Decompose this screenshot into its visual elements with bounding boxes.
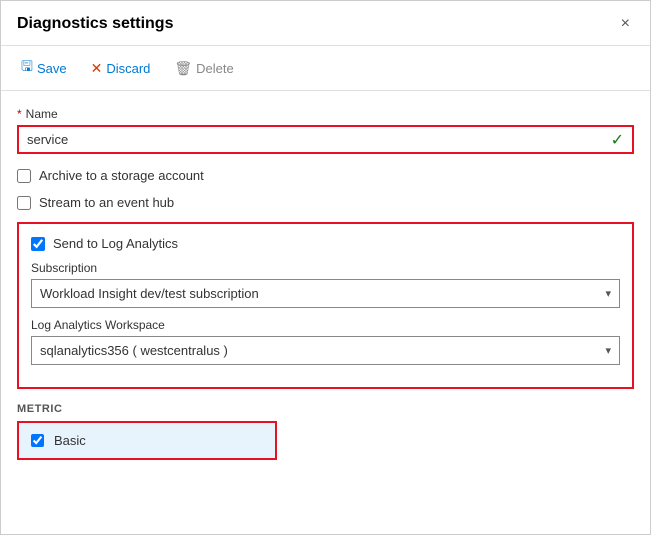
workspace-field: Log Analytics Workspace sqlanalytics356 … <box>31 318 620 365</box>
subscription-select[interactable]: Workload Insight dev/test subscription <box>32 280 619 307</box>
toolbar: 🖫 Save ✕ Discard 🗑 Delete <box>1 46 650 91</box>
name-valid-icon: ✓ <box>611 130 632 150</box>
name-input[interactable] <box>19 127 611 152</box>
save-button[interactable]: 🖫 Save <box>17 54 71 82</box>
name-input-wrapper: ✓ <box>17 125 634 154</box>
diagnostics-dialog: Diagnostics settings × 🖫 Save ✕ Discard … <box>0 0 651 535</box>
basic-metric-checkbox[interactable] <box>31 434 44 447</box>
stream-checkbox[interactable] <box>17 196 31 210</box>
workspace-select-wrapper: sqlanalytics356 ( westcentralus ) ▾ <box>31 336 620 365</box>
basic-metric-label[interactable]: Basic <box>54 433 86 448</box>
close-button[interactable]: × <box>617 13 634 35</box>
metric-section: METRIC Basic <box>17 403 634 460</box>
archive-checkbox-label[interactable]: Archive to a storage account <box>39 168 204 183</box>
dialog-header: Diagnostics settings × <box>1 1 650 46</box>
discard-icon: ✕ <box>91 60 103 77</box>
archive-checkbox[interactable] <box>17 169 31 183</box>
log-analytics-checkbox-row: Send to Log Analytics <box>31 236 620 251</box>
name-field-label: *Name <box>17 107 634 121</box>
discard-label: Discard <box>106 61 150 76</box>
log-analytics-checkbox[interactable] <box>31 237 45 251</box>
metric-basic-row: Basic <box>17 421 277 460</box>
subscription-label: Subscription <box>31 261 620 275</box>
archive-checkbox-row: Archive to a storage account <box>17 168 634 183</box>
stream-checkbox-row: Stream to an event hub <box>17 195 634 210</box>
name-field-group: *Name ✓ <box>17 107 634 154</box>
discard-button[interactable]: ✕ Discard <box>87 58 155 79</box>
stream-checkbox-label[interactable]: Stream to an event hub <box>39 195 174 210</box>
metric-header: METRIC <box>17 403 634 415</box>
save-label: Save <box>37 61 67 76</box>
required-marker: * <box>17 107 22 121</box>
delete-label: Delete <box>196 61 234 76</box>
dialog-title: Diagnostics settings <box>17 15 173 33</box>
log-analytics-label[interactable]: Send to Log Analytics <box>53 236 178 251</box>
delete-button[interactable]: 🗑 Delete <box>170 58 237 79</box>
workspace-label: Log Analytics Workspace <box>31 318 620 332</box>
save-icon: 🖫 <box>21 56 33 80</box>
subscription-field: Subscription Workload Insight dev/test s… <box>31 261 620 308</box>
delete-icon: 🗑 <box>174 60 192 77</box>
subscription-select-wrapper: Workload Insight dev/test subscription ▾ <box>31 279 620 308</box>
workspace-select[interactable]: sqlanalytics356 ( westcentralus ) <box>32 337 619 364</box>
log-analytics-section: Send to Log Analytics Subscription Workl… <box>17 222 634 389</box>
dialog-content: *Name ✓ Archive to a storage account Str… <box>1 91 650 534</box>
